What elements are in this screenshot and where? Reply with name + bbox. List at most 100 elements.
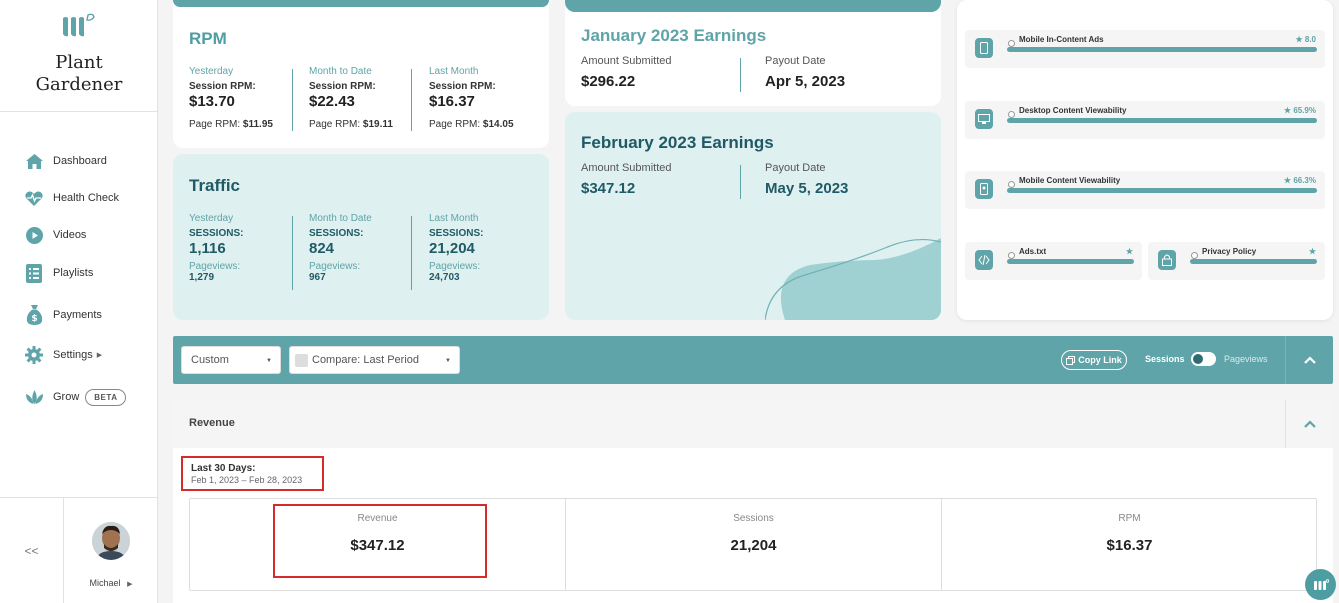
february-earnings-title: February 2023 Earnings: [581, 133, 774, 152]
chevron-up-icon: [1303, 356, 1316, 364]
gear-icon: [24, 345, 44, 365]
sidebar-footer: << Michael ▶: [0, 497, 158, 603]
nav-item-videos[interactable]: Videos: [24, 223, 86, 247]
mobile-view-icon: [975, 179, 993, 199]
lock-icon: [1158, 250, 1176, 270]
compare-checkbox[interactable]: [295, 353, 308, 367]
mobile-icon: [975, 38, 993, 58]
nav-item-health-check[interactable]: Health Check: [24, 186, 119, 210]
leaf-logo-icon: [1313, 578, 1329, 590]
divider: [740, 165, 741, 199]
health-bar: [1007, 118, 1317, 123]
desktop-icon: [975, 109, 993, 129]
january-amount: $296.22: [581, 73, 636, 90]
logo[interactable]: Plant Gardener: [0, 0, 158, 112]
copy-link-button[interactable]: Copy Link: [1061, 350, 1127, 370]
status-dot: [1008, 40, 1015, 47]
leaf-icon: [24, 387, 44, 407]
metric-rpm[interactable]: RPM $16.37: [942, 499, 1317, 590]
date-range-highlight: Last 30 Days: Feb 1, 2023 – Feb 28, 2023: [181, 456, 324, 491]
health-item-mobile-in-content-ads[interactable]: Mobile In-Content Ads ★ 8.0: [965, 30, 1325, 68]
nav-item-playlists[interactable]: Playlists: [24, 261, 93, 285]
brand-name: Plant Gardener: [35, 52, 123, 95]
revenue-title: Revenue: [189, 417, 235, 429]
status-dot: [1008, 111, 1015, 118]
heartbeat-icon: [24, 188, 44, 208]
copy-icon: [1066, 355, 1076, 365]
money-bag-icon: $: [24, 305, 44, 325]
january-earnings-title: January 2023 Earnings: [581, 26, 767, 45]
rpm-title: RPM: [189, 29, 227, 48]
revenue-value-highlight: [273, 504, 487, 578]
january-card-accent: [565, 0, 941, 12]
february-payout-date: May 5, 2023: [765, 180, 849, 197]
range-dates: Feb 1, 2023 – Feb 28, 2023: [191, 475, 303, 485]
rpm-card-accent: [173, 0, 549, 7]
rpm-last-month: Last Month Session RPM: $16.37 Page RPM:…: [429, 66, 514, 130]
health-bar: [1190, 259, 1317, 264]
dropdown-arrow-icon: ▼: [266, 358, 272, 364]
leaf-logo-icon: [63, 13, 95, 37]
rpm-card: RPM Yesterday Session RPM: $13.70 Page R…: [173, 0, 549, 148]
revenue-header: Revenue: [173, 400, 1333, 448]
user-menu[interactable]: Michael ▶: [64, 578, 158, 588]
traffic-title: Traffic: [189, 176, 241, 195]
divider: [411, 69, 412, 131]
avatar[interactable]: [92, 522, 130, 560]
compare-select[interactable]: Compare: Last Period ▼: [289, 346, 460, 374]
dropdown-arrow-icon: ▼: [445, 358, 451, 364]
caret-right-icon: ▶: [96, 352, 103, 359]
rpm-yesterday: Yesterday Session RPM: $13.70 Page RPM: …: [189, 66, 273, 130]
health-item-desktop-content-viewability[interactable]: Desktop Content Viewability ★ 65.9%: [965, 101, 1325, 139]
traffic-last-month: Last Month SESSIONS: 21,204 Pageviews: 2…: [429, 213, 484, 283]
rpm-month-to-date: Month to Date Session RPM: $22.43 Page R…: [309, 66, 393, 130]
health-check-card: Mobile In-Content Ads ★ 8.0 Desktop Cont…: [957, 0, 1333, 320]
range-title: Last 30 Days:: [191, 463, 256, 474]
nav-item-dashboard[interactable]: Dashboard: [24, 149, 107, 173]
home-icon: [24, 151, 44, 171]
divider: [292, 216, 293, 290]
svg-text:$: $: [31, 314, 37, 324]
collapse-filters-button[interactable]: [1286, 336, 1333, 384]
health-bar: [1007, 47, 1317, 52]
list-icon: [24, 263, 44, 283]
traffic-card: Traffic Yesterday SESSIONS: 1,116 Pagevi…: [173, 154, 549, 320]
help-chat-button[interactable]: [1305, 569, 1336, 600]
chevron-up-icon: [1303, 420, 1316, 428]
health-bar: [1007, 188, 1317, 193]
february-amount: $347.12: [581, 180, 636, 197]
date-range-select[interactable]: Custom ▼: [181, 346, 281, 374]
health-bar: [1007, 259, 1134, 264]
january-payout-date: Apr 5, 2023: [765, 73, 846, 90]
february-earnings-card: February 2023 Earnings Amount Submitted …: [565, 112, 941, 320]
nav-item-grow[interactable]: Grow BETA: [24, 385, 127, 409]
star-icon: ★: [1308, 247, 1316, 256]
status-dot: [1008, 181, 1015, 188]
star-icon: ★: [1125, 247, 1133, 256]
caret-right-icon: ▶: [127, 581, 133, 588]
beta-badge: BETA: [85, 388, 127, 406]
health-item-mobile-content-viewability[interactable]: Mobile Content Viewability ★ 66.3%: [965, 171, 1325, 209]
status-dot: [1008, 252, 1015, 259]
code-icon: [975, 250, 993, 270]
decorative-wave: [765, 238, 941, 320]
toggle-label-sessions: Sessions: [1145, 354, 1185, 364]
sidebar: Plant Gardener Dashboard Health Check Vi…: [0, 0, 158, 603]
health-item-ads-txt[interactable]: Ads.txt ★: [965, 242, 1142, 280]
status-dot: [1191, 252, 1198, 259]
revenue-section: Revenue Last 30 Days: Feb 1, 2023 – Feb …: [173, 400, 1333, 603]
divider: [411, 216, 412, 290]
toggle-label-pageviews: Pageviews: [1224, 354, 1268, 364]
divider: [740, 58, 741, 92]
sessions-pageviews-toggle[interactable]: [1191, 352, 1216, 366]
health-item-privacy-policy[interactable]: Privacy Policy ★: [1148, 242, 1325, 280]
filter-bar: Custom ▼ Compare: Last Period ▼ Copy Link …: [173, 336, 1333, 384]
play-icon: [24, 225, 44, 245]
collapse-revenue-button[interactable]: [1286, 400, 1333, 448]
nav-item-settings[interactable]: Settings ▶: [24, 343, 102, 367]
january-earnings-card: January 2023 Earnings Amount Submitted $…: [565, 0, 941, 106]
traffic-yesterday: Yesterday SESSIONS: 1,116 Pageviews: 1,2…: [189, 213, 244, 283]
nav-item-payments[interactable]: $ Payments: [24, 303, 102, 327]
metric-sessions[interactable]: Sessions 21,204: [566, 499, 941, 590]
collapse-sidebar-button[interactable]: <<: [0, 498, 64, 603]
